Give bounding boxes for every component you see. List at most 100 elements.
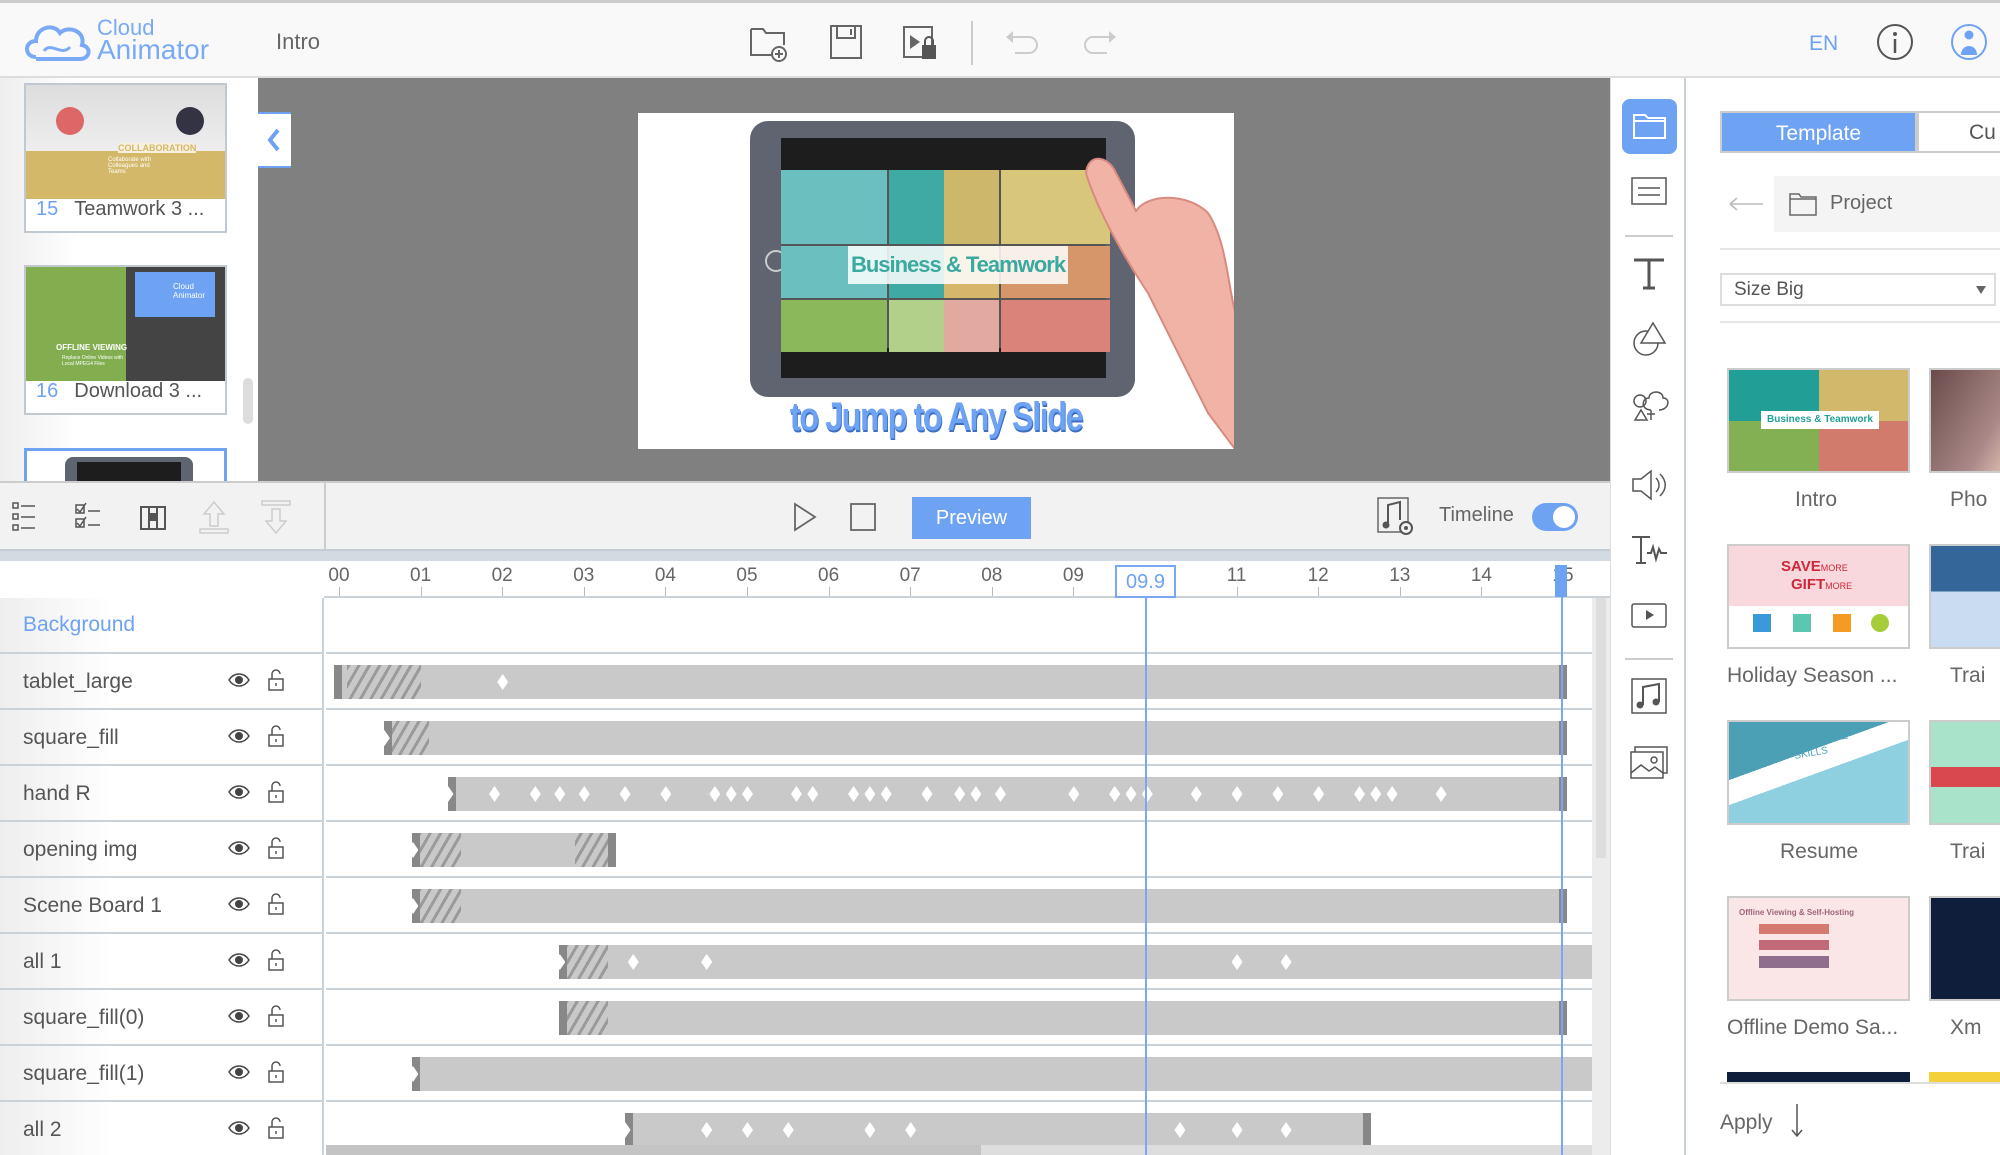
track-area[interactable] [326, 598, 1592, 1155]
keyframe[interactable] [1313, 786, 1325, 802]
keyframe[interactable] [709, 786, 721, 802]
background-layer[interactable]: Background [0, 598, 322, 654]
unlock-icon[interactable] [267, 836, 285, 860]
keyframe[interactable] [1231, 786, 1243, 802]
keyframe[interactable] [1109, 786, 1121, 802]
template-card-training-2[interactable] [1929, 720, 2000, 825]
transition-segment[interactable] [567, 1001, 609, 1035]
layer-row[interactable]: opening img [0, 822, 322, 878]
unlock-icon[interactable] [267, 724, 285, 748]
track-bar[interactable] [407, 1057, 1592, 1091]
publish-button[interactable] [900, 21, 942, 63]
keyframe[interactable] [954, 786, 966, 802]
keyframe[interactable] [1125, 786, 1137, 802]
track-bar[interactable] [559, 1001, 1567, 1035]
keyframe[interactable] [1174, 1122, 1186, 1138]
track-row[interactable] [326, 654, 1592, 710]
category-shape-button[interactable] [1629, 319, 1669, 359]
keyframe[interactable] [1231, 954, 1243, 970]
back-button[interactable] [1728, 196, 1764, 212]
save-button[interactable] [825, 21, 867, 63]
template-card-xmas[interactable] [1929, 896, 2000, 1001]
category-template-button[interactable] [1622, 99, 1677, 154]
template-card-holiday[interactable]: SAVEMORE GIFTMORE [1727, 544, 1910, 649]
template-card-offline-demo[interactable]: Offline Viewing & Self-Hosting [1727, 896, 1910, 1001]
transition-segment[interactable] [347, 665, 421, 699]
unlock-icon[interactable] [267, 780, 285, 804]
keyframe[interactable] [1190, 786, 1202, 802]
transition-segment[interactable] [567, 945, 609, 979]
template-card-training[interactable] [1929, 544, 2000, 649]
end-handle[interactable] [608, 833, 617, 867]
move-up-button[interactable] [196, 499, 232, 535]
keyframe[interactable] [1231, 1122, 1243, 1138]
unlock-icon[interactable] [267, 1004, 285, 1028]
track-bar[interactable] [378, 721, 1567, 755]
keyframe[interactable] [741, 1122, 753, 1138]
apply-button[interactable]: Apply [1720, 1111, 1773, 1135]
stop-button[interactable] [845, 499, 881, 535]
track-bar[interactable] [619, 1113, 1372, 1147]
timeline-horizontal-scrollbar[interactable] [326, 1145, 1592, 1155]
keyframe[interactable] [970, 786, 982, 802]
track-row[interactable] [326, 878, 1592, 934]
eye-icon[interactable] [228, 840, 250, 856]
collapse-panel-button[interactable] [258, 112, 291, 168]
transition-segment[interactable] [420, 889, 462, 923]
keyframe[interactable] [1068, 786, 1080, 802]
unlock-icon[interactable] [267, 668, 285, 692]
track-row[interactable] [326, 766, 1592, 822]
transition-segment[interactable] [420, 833, 462, 867]
category-voice-button[interactable] [1629, 531, 1669, 571]
keyframe[interactable] [864, 786, 876, 802]
category-music-button[interactable] [1629, 676, 1669, 716]
layer-row[interactable]: square_fill [0, 710, 322, 766]
template-card-photo[interactable] [1929, 368, 2000, 473]
keyframe[interactable] [627, 954, 639, 970]
layer-row[interactable]: Scene Board 1 [0, 878, 322, 934]
track-row[interactable] [326, 934, 1592, 990]
layer-row[interactable]: hand R [0, 766, 322, 822]
keyframe[interactable] [1280, 954, 1292, 970]
timeline-vertical-scrollbar[interactable] [1592, 598, 1610, 1155]
slide-thumbnail-current[interactable] [24, 448, 227, 481]
user-account-button[interactable] [1950, 23, 1988, 61]
split-button[interactable] [135, 499, 171, 535]
track-row[interactable] [326, 1046, 1592, 1102]
track-bar[interactable] [442, 777, 1567, 811]
keyframe[interactable] [782, 1122, 794, 1138]
unlock-icon[interactable] [267, 1116, 285, 1140]
time-ruler[interactable]: 000102030405060708091112131415 [324, 561, 1610, 598]
cloud-animator-logo[interactable] [24, 17, 94, 63]
keyframe[interactable] [1353, 786, 1365, 802]
category-text-button[interactable] [1629, 254, 1669, 294]
keyframe[interactable] [994, 786, 1006, 802]
eye-icon[interactable] [228, 784, 250, 800]
info-button[interactable] [1876, 23, 1914, 61]
keyframe[interactable] [701, 954, 713, 970]
end-handle[interactable] [1363, 1113, 1372, 1147]
track-row[interactable] [326, 990, 1592, 1046]
undo-button[interactable] [1003, 21, 1045, 63]
keyframe[interactable] [1280, 1122, 1292, 1138]
category-image-button[interactable] [1629, 743, 1669, 783]
category-prop-button[interactable] [1629, 384, 1669, 424]
eye-icon[interactable] [228, 1120, 250, 1136]
eye-icon[interactable] [228, 672, 250, 688]
keyframe[interactable] [1386, 786, 1398, 802]
audio-settings-button[interactable] [1375, 495, 1415, 537]
keyframe[interactable] [660, 786, 672, 802]
keyframe[interactable] [921, 786, 933, 802]
unlock-icon[interactable] [267, 1060, 285, 1084]
select-all-button[interactable] [73, 499, 109, 535]
transition-segment[interactable] [575, 833, 613, 867]
category-video-button[interactable] [1629, 596, 1669, 636]
track-row[interactable] [326, 822, 1592, 878]
template-card-intro[interactable]: Business & Teamwork [1727, 368, 1910, 473]
playhead-line[interactable] [1145, 597, 1147, 1155]
track-bar[interactable] [407, 889, 1567, 923]
keyframe[interactable] [905, 1122, 917, 1138]
layer-list-button[interactable] [11, 499, 47, 535]
end-marker-handle[interactable] [1555, 565, 1567, 597]
keyframe[interactable] [497, 674, 509, 690]
